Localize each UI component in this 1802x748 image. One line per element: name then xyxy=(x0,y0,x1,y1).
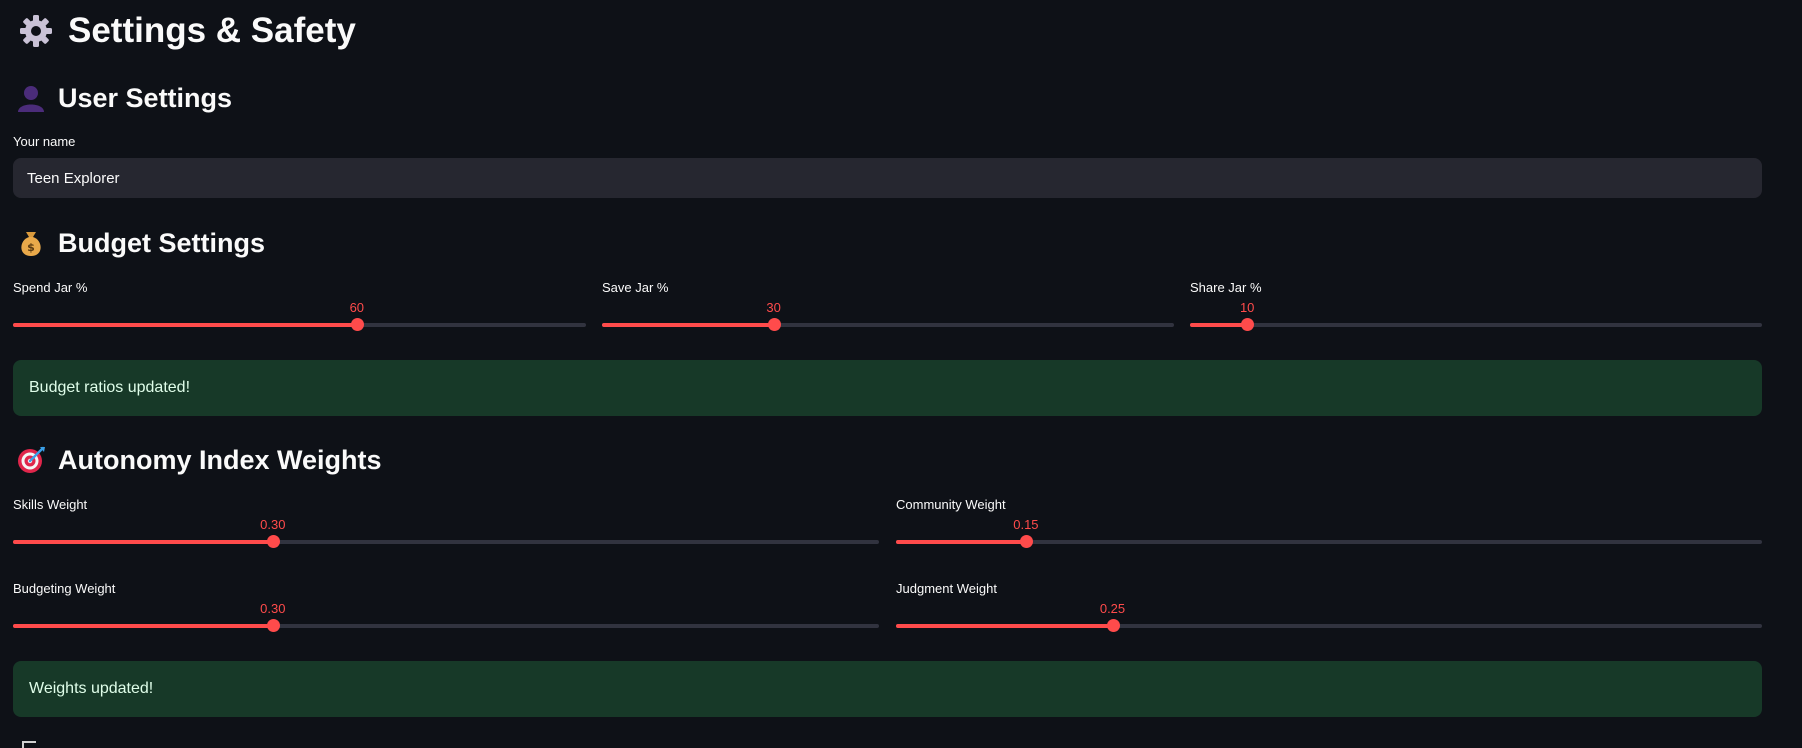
community-weight-label: Community Weight xyxy=(896,497,1006,512)
autonomy-weights-heading-text: Autonomy Index Weights xyxy=(58,444,382,475)
community-weight-slider[interactable]: 0.15 xyxy=(896,517,1762,555)
slider-fill xyxy=(13,624,273,628)
next-section-icon xyxy=(22,741,36,748)
skills-weight-label: Skills Weight xyxy=(13,497,88,512)
target-icon xyxy=(16,445,46,475)
slider-fill xyxy=(896,540,1026,544)
slider-thumb[interactable] xyxy=(1241,318,1255,331)
slider-value: 0.25 xyxy=(1099,601,1126,616)
slider-value: 10 xyxy=(1239,300,1255,315)
budget-success-alert: Budget ratios updated! xyxy=(13,360,1762,416)
slider-thumb[interactable] xyxy=(266,619,280,632)
slider-value: 30 xyxy=(766,300,781,315)
slider-value: 60 xyxy=(349,300,365,315)
judgment-weight-label: Judgment Weight xyxy=(896,581,997,596)
budgeting-weight-slider[interactable]: 0.30 xyxy=(13,601,879,639)
slider-thumb[interactable] xyxy=(1019,535,1033,548)
svg-text:$: $ xyxy=(27,241,35,254)
slider-fill xyxy=(896,624,1113,628)
user-settings-heading-text: User Settings xyxy=(58,82,233,113)
slider-thumb[interactable] xyxy=(350,318,364,331)
name-field-label: Your name xyxy=(13,134,76,149)
slider-thumb[interactable] xyxy=(1106,619,1120,632)
save-jar-label: Save Jar % xyxy=(602,280,669,295)
gear-icon xyxy=(18,13,54,49)
save-jar-slider[interactable]: 30 xyxy=(602,300,1174,338)
spend-jar-label: Spend Jar % xyxy=(13,280,88,295)
share-jar-label: Share Jar % xyxy=(1190,280,1262,295)
slider-thumb[interactable] xyxy=(767,318,781,331)
user-settings-heading: User Settings xyxy=(16,80,232,116)
settings-page: Settings & Safety User Settings Your nam… xyxy=(0,0,1802,748)
slider-track[interactable] xyxy=(1190,323,1762,327)
budget-settings-heading: $ Budget Settings xyxy=(16,225,265,261)
slider-fill xyxy=(1190,323,1248,327)
slider-value: 0.30 xyxy=(260,601,286,616)
spend-jar-slider[interactable]: 60 xyxy=(13,300,586,338)
skills-weight-slider[interactable]: 0.30 xyxy=(13,517,879,555)
judgment-weight-slider[interactable]: 0.25 xyxy=(896,601,1762,639)
slider-fill xyxy=(602,323,774,327)
slider-value: 0.30 xyxy=(260,517,286,532)
autonomy-weights-heading: Autonomy Index Weights xyxy=(16,442,382,478)
weights-success-message: Weights updated! xyxy=(29,680,154,697)
weights-success-alert: Weights updated! xyxy=(13,661,1762,717)
page-title-text: Settings & Safety xyxy=(68,11,356,50)
slider-fill xyxy=(13,540,273,544)
user-silhouette-icon xyxy=(16,83,46,113)
budgeting-weight-label: Budgeting Weight xyxy=(13,581,116,596)
budget-success-message: Budget ratios updated! xyxy=(29,379,191,396)
slider-fill xyxy=(13,323,357,327)
slider-value: 0.15 xyxy=(1013,517,1039,532)
share-jar-slider[interactable]: 10 xyxy=(1190,300,1762,338)
name-input[interactable] xyxy=(13,158,1762,198)
page-title: Settings & Safety xyxy=(18,8,356,54)
budget-settings-heading-text: Budget Settings xyxy=(58,227,265,258)
slider-thumb[interactable] xyxy=(266,535,280,548)
money-bag-icon: $ xyxy=(16,228,46,258)
